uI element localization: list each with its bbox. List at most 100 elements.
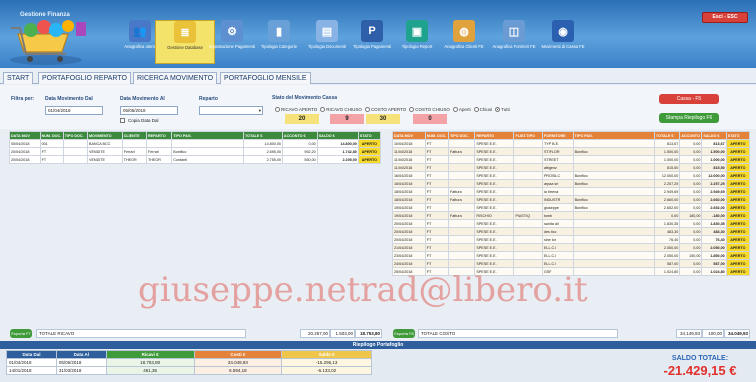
table-row[interactable]: 20/04/2018 FT VENDITE Ferrari Ferrari Bonific…	[9, 147, 382, 156]
tab-ricerca-movimento[interactable]: RICERCA MOVIMENTO	[133, 72, 218, 84]
column-header[interactable]: REPARTO	[145, 131, 173, 140]
radio-ricavo-aperto[interactable]	[275, 107, 280, 113]
column-header[interactable]: FORNITORE	[541, 131, 574, 140]
table-row[interactable]: 24/04/2018 FT SPESE E.E. ELL.C.I 587,00 0,00 5…	[392, 259, 751, 268]
table-row[interactable]: 18/04/2018 FT Fattura SPESE E.E. INDUSTR Boni…	[392, 195, 751, 204]
table-cell: 10/04/2018	[392, 139, 426, 148]
ribbon-label: Movimenti di Cassa FE	[541, 44, 585, 49]
column-header[interactable]: TIPO PAG.	[171, 131, 244, 140]
ricavi-grid: DATA MOV NUM. DOC. TIPO DOC. MOVIMENTO CLIEN…	[9, 131, 382, 164]
column-header[interactable]: FLIST.TIPO	[513, 131, 543, 140]
radio-ricavo-chiuso[interactable]	[320, 107, 326, 113]
table-cell: 0,00	[679, 163, 703, 172]
column-header[interactable]: REPARTO	[474, 131, 515, 140]
table-row[interactable]: 19/04/2018 FT SPESE E.E. giuseppe Bonifico 2.…	[392, 203, 751, 212]
column-header[interactable]: MOVIMENTO	[86, 131, 123, 140]
table-cell	[62, 139, 88, 148]
tab-start[interactable]: START	[3, 72, 34, 84]
table-cell: FT	[424, 171, 449, 180]
table-cell: SPESE E.E.	[474, 243, 515, 252]
radio-costo-chiuso[interactable]	[409, 107, 415, 113]
table-cell: 14.800,00	[316, 139, 359, 148]
copy-date-checkbox[interactable]	[120, 118, 125, 123]
table-row[interactable]: 20/04/2018 FT VENDITE THEOR THEOR Contanti 2.7…	[9, 155, 382, 164]
table-row[interactable]: 05/04/2018 001 BANCA BCC 14.800,00 0,00 14.80…	[9, 139, 382, 148]
tab-portafoglio-mensile[interactable]: PORTAFOGLIO MENSILE	[220, 72, 311, 84]
table-cell	[447, 235, 476, 244]
column-header[interactable]: DATA MOV	[392, 131, 426, 140]
export-left-button[interactable]: Esporta F7	[10, 329, 32, 338]
column-header[interactable]: SALDO €	[701, 131, 727, 140]
table-cell: 0,00	[679, 187, 703, 196]
column-header[interactable]: DATA MOV	[9, 131, 41, 140]
table-row[interactable]: 18/04/2018 FT Fattura SPESE E.E. la tirrena 2…	[392, 187, 751, 196]
column-header[interactable]: ACCONTO €	[281, 131, 318, 140]
table-cell	[572, 211, 655, 220]
summary-row[interactable]: 14/01/2018 31/03/2018 461,36 6.594,18 -6.133…	[6, 366, 372, 375]
summary-title: Riepilogo Portafoglio	[0, 341, 756, 349]
table-row[interactable]: 20/04/2018 FT SPESE E.E. sine tor 76,40 0,00 7…	[392, 235, 751, 244]
radio-chiusi[interactable]	[473, 107, 479, 113]
reparto-select[interactable]: ▾	[199, 106, 263, 115]
table-cell: 813,67	[653, 139, 681, 148]
table-cell: VENDITE	[86, 147, 123, 156]
table-cell	[513, 235, 543, 244]
table-cell: 16/04/2018	[392, 171, 426, 180]
column-header[interactable]: NUM. DOC.	[424, 131, 449, 140]
table-cell	[447, 155, 476, 164]
exit-button[interactable]: Esci - ESC	[702, 12, 748, 23]
table-row[interactable]: 11/04/2018 FT Fattura SPESE E.E. STIFLOR Boni…	[392, 147, 751, 156]
date-to-input[interactable]: 05/05/2018	[120, 106, 178, 115]
column-header[interactable]: TIPO PAG.	[572, 131, 655, 140]
summary-row[interactable]: 01/04/2018 05/05/2018 18.753,80 34.049,93 -1…	[6, 358, 372, 367]
column-header[interactable]: NUM. DOC.	[39, 131, 64, 140]
table-cell	[572, 243, 655, 252]
column-header[interactable]: TOTALE €	[242, 131, 283, 140]
column-header[interactable]: TIPO DOC.	[62, 131, 88, 140]
column-header[interactable]: SALDO €	[316, 131, 359, 140]
tab-portafoglio-reparto[interactable]: PORTAFOGLIO REPARTO	[38, 72, 131, 84]
column-header[interactable]: CLIENTE	[121, 131, 148, 140]
table-cell: SPESE E.E.	[474, 163, 515, 172]
table-cell	[513, 203, 543, 212]
table-row[interactable]: 16/04/2018 FT SPESE E.E. PROSILC Bonifico 12.…	[392, 171, 751, 180]
date-from-input[interactable]: 01/04/2018	[45, 106, 103, 115]
column-header[interactable]: STATO	[725, 131, 751, 140]
table-row[interactable]: 20/04/2018 FT SPESE E.E. sanita all 1.830,35…	[392, 219, 751, 228]
table-row[interactable]: 20/04/2018 FT SPESE E.E. des ticc 483,30 0,00…	[392, 227, 751, 236]
table-cell: 0,00	[679, 203, 703, 212]
saldo-value: -21.429,15 €	[663, 363, 737, 378]
table-row[interactable]: 11/04/2018 FT SPESE E.E. STREET 1.000,00 0,00…	[392, 155, 751, 164]
table-cell: SPESE E.E.	[474, 171, 515, 180]
table-row[interactable]: 11/04/2018 FT SPESE E.E. attigenz 815,50 0,00…	[392, 163, 751, 172]
export-right-button[interactable]: Esporta F8	[393, 329, 415, 338]
table-cell: SPESE E.E.	[474, 251, 515, 260]
column-header[interactable]: TIPO DOC.	[447, 131, 476, 140]
report-icon: ▣	[406, 20, 428, 42]
table-row[interactable]: 16/04/2018 FT SPESE E.E. arpaa srl Bonifico 2…	[392, 179, 751, 188]
column-header[interactable]: ACCONTO €	[679, 131, 703, 140]
radio-aperti[interactable]	[452, 107, 458, 113]
cassa-button[interactable]: Cassa - F5	[659, 94, 719, 104]
table-cell	[513, 139, 543, 148]
print-summary-button[interactable]: Stampa Riepilogo F6	[659, 113, 719, 123]
column-header[interactable]: TOTALE €	[653, 131, 681, 140]
table-cell	[513, 163, 543, 172]
radio-tutti[interactable]	[495, 107, 501, 113]
table-cell: Bonifico	[572, 195, 655, 204]
column-header[interactable]: STATO	[357, 131, 382, 140]
ribbon-cash-button[interactable]: ◉ Movimenti di Cassa FE	[533, 20, 593, 64]
table-row[interactable]: 10/04/2018 FT SPESE E.E. TYP B.E. 813,67 0,00…	[392, 139, 751, 148]
table-row[interactable]: 19/04/2018 FT Fattura RISCHIO PIASTIQ tomb 0,0…	[392, 211, 751, 220]
table-cell: FT	[424, 139, 449, 148]
table-row[interactable]: 23/04/2018 FT SPESE E.E. ELL.C.I 2.050,00 150…	[392, 251, 751, 260]
radio-costo-aperto[interactable]	[364, 107, 370, 113]
table-cell: 11/04/2018	[392, 155, 426, 164]
table-cell	[447, 163, 476, 172]
table-cell: FT	[424, 219, 449, 228]
saldo-label: SALDO TOTALE:	[671, 355, 729, 362]
suppliers-icon: ◫	[503, 20, 525, 42]
table-row[interactable]: 21/04/2018 FT SPESE E.E. ELL.C.I 2.050,00 0,0…	[392, 243, 751, 252]
table-cell: 0,00	[679, 147, 703, 156]
table-cell: Fattura	[447, 195, 476, 204]
